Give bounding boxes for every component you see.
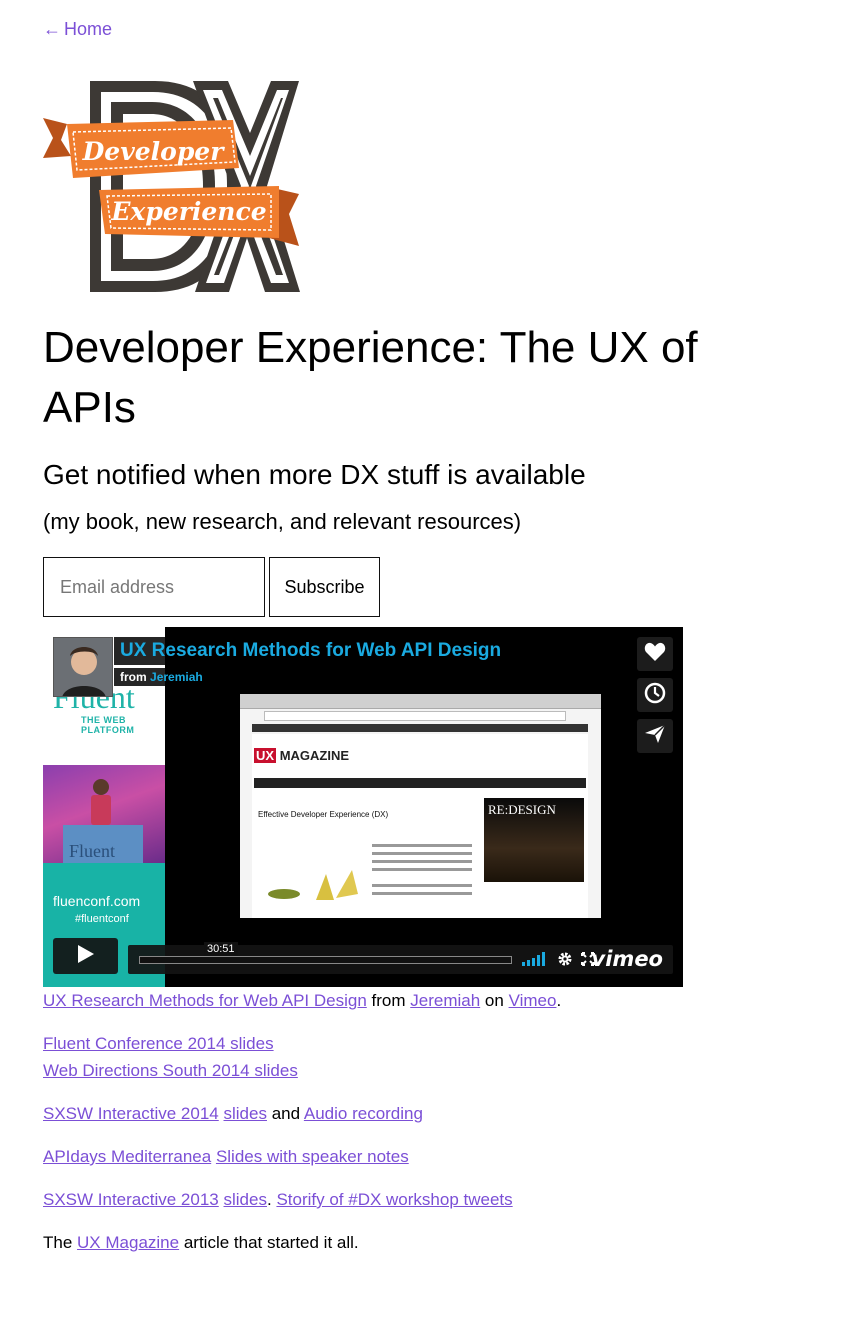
caption-vimeo-link[interactable]: Vimeo xyxy=(509,991,557,1010)
ux-magazine-link[interactable]: UX Magazine xyxy=(77,1233,179,1252)
dx-logo: Developer Experience xyxy=(43,78,301,296)
settings-gear-icon[interactable] xyxy=(557,951,573,972)
watch-later-button[interactable] xyxy=(637,678,673,712)
apidays-link[interactable]: APIdays Mediterranea xyxy=(43,1147,211,1166)
home-link-label: Home xyxy=(64,19,113,39)
caption-video-link[interactable]: UX Research Methods for Web API Design xyxy=(43,991,367,1010)
vimeo-logo[interactable]: vimeo xyxy=(592,947,663,971)
wds-2014-slides-link[interactable]: Web Directions South 2014 slides xyxy=(43,1061,298,1080)
control-bar: 30:51 vimeo xyxy=(128,942,673,974)
wds-slides-line: Web Directions South 2014 slides xyxy=(43,1060,298,1082)
progress-bar[interactable] xyxy=(139,956,512,964)
redesign-image: RE:DESIGN xyxy=(484,798,584,882)
fluent-slides-line: Fluent Conference 2014 slides xyxy=(43,1033,274,1055)
conference-url: fluenconf.com xyxy=(53,893,141,909)
signup-subheading: (my book, new research, and relevant res… xyxy=(43,509,522,534)
apidays-line: APIdays Mediterranea Slides with speaker… xyxy=(43,1146,409,1168)
fluent-tagline: THE WEB PLATFORM xyxy=(81,715,135,735)
logo-line1: Developer xyxy=(82,137,226,166)
audio-recording-link[interactable]: Audio recording xyxy=(304,1104,423,1123)
sxsw-2014-slides-link[interactable]: slides xyxy=(224,1104,267,1123)
like-button[interactable] xyxy=(637,637,673,671)
timecode: 30:51 xyxy=(204,942,238,956)
sxsw-2013-slides-link[interactable]: slides xyxy=(224,1190,267,1209)
signup-heading: Get notified when more DX stuff is avail… xyxy=(43,459,586,490)
page-title: Developer Experience: The UX of APIs xyxy=(43,323,698,432)
sxsw-2014-line: SXSW Interactive 2014 slides and Audio r… xyxy=(43,1104,423,1123)
email-input[interactable] xyxy=(43,557,265,617)
video-controls: 30:51 vimeo xyxy=(53,938,673,974)
conference-hashtag: #fluentconf xyxy=(75,913,129,925)
share-button[interactable] xyxy=(637,719,673,753)
logo-line2: Experience xyxy=(110,197,266,226)
volume-icon[interactable] xyxy=(522,952,546,971)
fluent-2014-slides-link[interactable]: Fluent Conference 2014 slides xyxy=(43,1034,274,1053)
video-byline-author[interactable]: Jeremiah xyxy=(150,670,203,684)
home-link[interactable]: ← Home xyxy=(43,19,112,40)
play-icon xyxy=(77,944,95,969)
sxsw-2014-link[interactable]: SXSW Interactive 2014 xyxy=(43,1104,219,1123)
svg-text:Fluent: Fluent xyxy=(69,841,115,861)
subscribe-button[interactable]: Subscribe xyxy=(269,557,380,617)
speaker-stage-photo: Fluent xyxy=(43,765,165,863)
ux-magazine-line: The UX Magazine article that started it … xyxy=(43,1233,359,1252)
author-avatar[interactable] xyxy=(53,637,113,697)
article-title-in-video: Effective Developer Experience (DX) xyxy=(258,810,389,819)
heart-icon xyxy=(644,642,666,667)
video-screen-capture: UX MAGAZINE Effective Developer Experien… xyxy=(240,694,601,918)
storify-link[interactable]: Storify of #DX workshop tweets xyxy=(276,1190,512,1209)
back-arrow-icon: ← xyxy=(43,19,61,39)
send-icon xyxy=(644,723,666,749)
sxsw-2013-link[interactable]: SXSW Interactive 2013 xyxy=(43,1190,219,1209)
play-button[interactable] xyxy=(53,938,118,974)
video-caption: UX Research Methods for Web API Design f… xyxy=(43,991,562,1010)
video-title-overlay[interactable]: UX Research Methods for Web API Design xyxy=(114,637,508,665)
ux-magazine-logo: UX MAGAZINE xyxy=(254,748,350,763)
caption-author-link[interactable]: Jeremiah xyxy=(410,991,480,1010)
clock-icon xyxy=(644,682,666,709)
apidays-slides-link[interactable]: Slides with speaker notes xyxy=(216,1147,409,1166)
video-byline: from Jeremiah xyxy=(114,668,209,686)
sxsw-2013-line: SXSW Interactive 2013 slides. Storify of… xyxy=(43,1190,513,1209)
video-player[interactable]: Fluent THE WEB PLATFORM Fluent fluenconf… xyxy=(43,627,683,987)
